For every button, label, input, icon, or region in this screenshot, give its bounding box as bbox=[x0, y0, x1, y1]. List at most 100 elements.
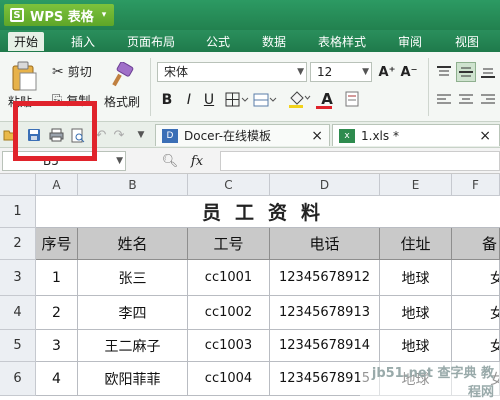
chevron-down-icon: ▼ bbox=[297, 67, 304, 77]
app-title: WPS 表格 bbox=[30, 9, 94, 25]
tab-insert[interactable]: 插入 bbox=[71, 33, 95, 50]
align-middle-button[interactable] bbox=[456, 62, 476, 82]
wps-logo-icon: S bbox=[10, 8, 24, 22]
table-cell[interactable]: 李四 bbox=[78, 296, 188, 330]
align-left-icon bbox=[437, 94, 451, 104]
row-header-6[interactable]: 6 bbox=[0, 362, 36, 396]
app-menu-button[interactable]: S WPS 表格 ▾ bbox=[4, 4, 114, 26]
tab-page-layout[interactable]: 页面布局 bbox=[127, 33, 175, 50]
table-cell[interactable]: 1 bbox=[36, 260, 78, 296]
font-size-select[interactable]: 12 ▼ bbox=[310, 62, 372, 82]
row-header-5[interactable]: 5 bbox=[0, 330, 36, 362]
header-cell[interactable]: 电话 bbox=[270, 228, 380, 260]
table-cell[interactable]: 地球 bbox=[380, 260, 452, 296]
cut-button[interactable]: ✂ 剪切 bbox=[52, 63, 92, 80]
column-header-f[interactable]: F bbox=[452, 174, 500, 196]
table-cell[interactable]: 张三 bbox=[78, 260, 188, 296]
close-icon[interactable]: × bbox=[311, 128, 323, 144]
spreadsheet-icon: x bbox=[339, 128, 355, 143]
tab-view[interactable]: 视图 bbox=[455, 33, 479, 50]
align-center-button[interactable] bbox=[456, 90, 476, 110]
format-painter-button[interactable] bbox=[108, 60, 138, 90]
doc-tab-docer[interactable]: D Docer-在线模板 × bbox=[155, 124, 330, 146]
tab-formulas[interactable]: 公式 bbox=[206, 33, 230, 50]
doc-tab-label: 1.xls * bbox=[361, 128, 399, 143]
shrink-font-button[interactable]: A⁻ bbox=[400, 62, 418, 82]
table-cell[interactable]: 女 bbox=[452, 296, 500, 330]
table-cell[interactable]: cc1004 bbox=[188, 362, 270, 396]
table-cell[interactable]: 3 bbox=[36, 330, 78, 362]
column-header-b[interactable]: B bbox=[78, 174, 188, 196]
font-name-select[interactable]: 宋体 ▼ bbox=[157, 62, 307, 82]
close-icon[interactable]: × bbox=[479, 128, 491, 144]
select-all-corner[interactable] bbox=[0, 174, 36, 196]
doc-tab-label: Docer-在线模板 bbox=[184, 129, 272, 143]
grow-font-button[interactable]: A⁺ bbox=[378, 62, 396, 82]
format-painter-label: 格式刷 bbox=[104, 95, 141, 109]
align-right-icon bbox=[481, 94, 495, 104]
highlight-annotation-box bbox=[13, 101, 97, 161]
row-header-4[interactable]: 4 bbox=[0, 296, 36, 330]
tab-home[interactable]: 开始 bbox=[8, 32, 45, 51]
table-cell[interactable]: 4 bbox=[36, 362, 78, 396]
chevron-down-icon: ▾ bbox=[101, 10, 107, 20]
watermark: jb51.net 查字典 教程网 bbox=[360, 362, 500, 400]
table-cell[interactable]: cc1003 bbox=[188, 330, 270, 362]
font-color-button[interactable]: A bbox=[314, 88, 340, 110]
paste-button[interactable] bbox=[10, 60, 38, 92]
header-cell[interactable]: 序号 bbox=[36, 228, 78, 260]
header-cell[interactable]: 姓名 bbox=[78, 228, 188, 260]
table-cell[interactable]: 女 bbox=[452, 260, 500, 296]
menu-bar: 开始 插入 页面布局 公式 数据 表格样式 审阅 视图 bbox=[0, 30, 500, 52]
column-header-e[interactable]: E bbox=[380, 174, 452, 196]
customize-toolbar-icon[interactable]: ▼ bbox=[134, 126, 148, 144]
column-header-c[interactable]: C bbox=[188, 174, 270, 196]
row-header-2[interactable]: 2 bbox=[0, 228, 36, 260]
align-left-button[interactable] bbox=[434, 90, 454, 110]
italic-button[interactable]: I bbox=[180, 90, 198, 110]
row-header-1[interactable]: 1 bbox=[0, 196, 36, 228]
merge-cells-button[interactable] bbox=[252, 90, 278, 110]
function-button[interactable]: fx bbox=[186, 152, 208, 170]
table-cell[interactable]: 地球 bbox=[380, 330, 452, 362]
table-cell[interactable]: 女 bbox=[452, 330, 500, 362]
title-bar: S WPS 表格 ▾ bbox=[0, 0, 500, 30]
table-cell[interactable]: cc1002 bbox=[188, 296, 270, 330]
table-cell[interactable]: cc1001 bbox=[188, 260, 270, 296]
zoom-search-icon[interactable]: 🔍︎ bbox=[160, 152, 180, 170]
tab-data[interactable]: 数据 bbox=[262, 33, 286, 50]
table-cell[interactable]: 12345678913 bbox=[270, 296, 380, 330]
align-top-icon bbox=[437, 66, 451, 76]
redo-icon[interactable]: ↷ bbox=[112, 126, 126, 144]
table-cell[interactable]: 地球 bbox=[380, 296, 452, 330]
header-cell[interactable]: 工号 bbox=[188, 228, 270, 260]
formula-input[interactable] bbox=[220, 151, 500, 171]
column-header-a[interactable]: A bbox=[36, 174, 78, 196]
clipboard-icon bbox=[12, 61, 37, 91]
table-cell[interactable]: 欧阳菲菲 bbox=[78, 362, 188, 396]
text-effect-button[interactable] bbox=[342, 88, 364, 110]
font-name-value: 宋体 bbox=[164, 65, 189, 79]
font-size-value: 12 bbox=[317, 65, 333, 79]
header-cell[interactable]: 住址 bbox=[380, 228, 452, 260]
row-header-3[interactable]: 3 bbox=[0, 260, 36, 296]
table-cell[interactable]: 12345678912 bbox=[270, 260, 380, 296]
column-header-d[interactable]: D bbox=[270, 174, 380, 196]
border-button[interactable] bbox=[224, 90, 250, 110]
docer-icon: D bbox=[162, 128, 178, 143]
align-right-button[interactable] bbox=[478, 90, 498, 110]
table-cell[interactable]: 12345678914 bbox=[270, 330, 380, 362]
fill-color-button[interactable] bbox=[286, 88, 312, 110]
sheet-title-cell[interactable]: 员工资料 bbox=[36, 196, 500, 228]
align-bottom-button[interactable] bbox=[478, 62, 498, 82]
bold-button[interactable]: B bbox=[158, 90, 176, 110]
doc-tab-xls[interactable]: x 1.xls * × bbox=[332, 124, 500, 146]
tab-table-style[interactable]: 表格样式 bbox=[318, 33, 366, 50]
align-center-icon bbox=[459, 94, 473, 104]
header-cell[interactable]: 备 bbox=[452, 228, 500, 260]
tab-review[interactable]: 审阅 bbox=[398, 33, 422, 50]
table-cell[interactable]: 2 bbox=[36, 296, 78, 330]
underline-button[interactable]: U bbox=[200, 90, 218, 110]
align-top-button[interactable] bbox=[434, 62, 454, 82]
table-cell[interactable]: 王二麻子 bbox=[78, 330, 188, 362]
